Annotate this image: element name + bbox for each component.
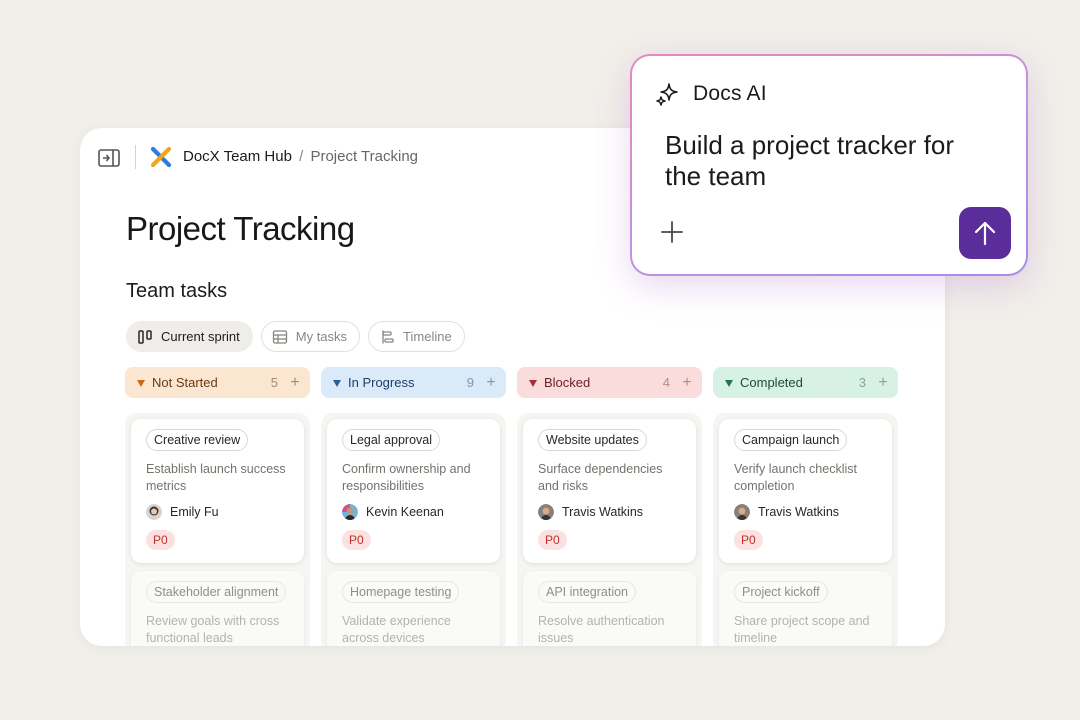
card-tag: Campaign launch [734, 429, 848, 451]
task-card[interactable]: Website updates Surface dependencies and… [523, 419, 696, 563]
column-blocked: Blocked 4 + Website updates Surface depe… [517, 367, 702, 646]
card-description: Review goals with cross functional leads [146, 614, 280, 645]
triangle-down-icon [725, 379, 733, 387]
arrow-up-icon [974, 221, 996, 246]
card-assignee: Kevin Keenan [342, 504, 487, 520]
tab-timeline[interactable]: Timeline [368, 321, 465, 352]
assignee-name: Travis Watkins [562, 505, 644, 519]
triangle-down-icon [529, 379, 537, 387]
docs-ai-panel: Docs AI Build a project tracker for the … [630, 54, 1028, 276]
board-icon [137, 329, 153, 345]
column-header[interactable]: Blocked 4 + [517, 367, 702, 398]
avatar [342, 504, 358, 520]
task-card[interactable]: API integration Resolve authentication i… [523, 571, 696, 646]
timeline-icon [379, 329, 395, 345]
priority-badge: P0 [734, 530, 763, 550]
column-count: 4 [662, 375, 670, 390]
card-description: Verify launch checklist completion [734, 462, 857, 493]
card-description: Confirm ownership and responsibilities [342, 462, 471, 493]
breadcrumb: DocX Team Hub / Project Tracking [183, 148, 418, 166]
column-header[interactable]: Not Started 5 + [125, 367, 310, 398]
priority-badge: P0 [538, 530, 567, 550]
view-tabs: Current sprint My tasks Timeline [126, 321, 465, 352]
assignee-name: Travis Watkins [758, 505, 840, 519]
column-label: Blocked [544, 375, 591, 390]
avatar [734, 504, 750, 520]
send-button[interactable] [959, 207, 1011, 259]
column-count: 9 [466, 375, 474, 390]
plus-icon[interactable] [660, 220, 684, 244]
topbar-divider [135, 145, 136, 169]
add-card-icon[interactable]: + [680, 374, 694, 391]
column-label: In Progress [348, 375, 415, 390]
docx-logo-icon [150, 146, 172, 168]
assignee-name: Kevin Keenan [366, 505, 444, 519]
task-card[interactable]: Campaign launch Verify launch checklist … [719, 419, 892, 563]
task-card[interactable]: Creative review Establish launch success… [131, 419, 304, 563]
tab-current-sprint[interactable]: Current sprint [126, 321, 253, 352]
task-card[interactable]: Legal approval Confirm ownership and res… [327, 419, 500, 563]
card-tag: Project kickoff [734, 581, 828, 603]
card-description: Share project scope and timeline [734, 614, 870, 645]
column-body: Creative review Establish launch success… [125, 413, 310, 646]
card-tag: API integration [538, 581, 636, 603]
breadcrumb-separator: / [299, 148, 304, 165]
task-card[interactable]: Stakeholder alignment Review goals with … [131, 571, 304, 646]
page-title: Project Tracking [126, 210, 355, 247]
column-completed: Completed 3 + Campaign launch Verify lau… [713, 367, 898, 646]
assignee-name: Emily Fu [170, 505, 219, 519]
ai-prompt-input[interactable]: Build a project tracker for the team [665, 130, 995, 192]
tab-label: Timeline [403, 329, 452, 344]
card-tag: Homepage testing [342, 581, 460, 603]
docs-ai-header: Docs AI [654, 80, 767, 108]
column-label: Completed [740, 375, 803, 390]
table-icon [272, 329, 288, 345]
column-not-started: Not Started 5 + Creative review Establis… [125, 367, 310, 646]
card-tag: Creative review [146, 429, 249, 451]
task-card[interactable]: Project kickoff Share project scope and … [719, 571, 892, 646]
column-header[interactable]: In Progress 9 + [321, 367, 506, 398]
column-label: Not Started [152, 375, 218, 390]
column-count: 3 [858, 375, 866, 390]
triangle-down-icon [137, 379, 145, 387]
sidebar-toggle-icon[interactable] [97, 148, 121, 168]
card-assignee: Emily Fu [146, 504, 291, 520]
docs-ai-title: Docs AI [693, 82, 767, 105]
triangle-down-icon [333, 379, 341, 387]
column-body: Legal approval Confirm ownership and res… [321, 413, 506, 646]
card-tag: Website updates [538, 429, 647, 451]
breadcrumb-workspace[interactable]: DocX Team Hub [183, 148, 292, 165]
tab-my-tasks[interactable]: My tasks [260, 321, 361, 352]
card-tag: Stakeholder alignment [146, 581, 287, 603]
breadcrumb-page[interactable]: Project Tracking [310, 148, 418, 165]
tab-label: Current sprint [161, 329, 240, 344]
task-card[interactable]: Homepage testing Validate experience acr… [327, 571, 500, 646]
priority-badge: P0 [146, 530, 175, 550]
column-in-progress: In Progress 9 + Legal approval Confirm o… [321, 367, 506, 646]
avatar [538, 504, 554, 520]
column-count: 5 [270, 375, 278, 390]
column-body: Website updates Surface dependencies and… [517, 413, 702, 646]
column-header[interactable]: Completed 3 + [713, 367, 898, 398]
card-description: Establish launch success metrics [146, 462, 286, 493]
avatar [146, 504, 162, 520]
card-assignee: Travis Watkins [538, 504, 683, 520]
docs-ai-panel-body: Docs AI Build a project tracker for the … [632, 56, 1026, 274]
add-card-icon[interactable]: + [876, 374, 890, 391]
sparkle-icon [654, 80, 682, 108]
card-description: Validate experience across devices [342, 614, 451, 645]
add-card-icon[interactable]: + [484, 374, 498, 391]
column-body: Campaign launch Verify launch checklist … [713, 413, 898, 646]
card-tag: Legal approval [342, 429, 441, 451]
tab-label: My tasks [295, 329, 348, 344]
add-card-icon[interactable]: + [288, 374, 302, 391]
card-assignee: Travis Watkins [734, 504, 879, 520]
section-title: Team tasks [126, 280, 228, 302]
kanban-board: Not Started 5 + Creative review Establis… [125, 367, 898, 646]
card-description: Surface dependencies and risks [538, 462, 663, 493]
card-description: Resolve authentication issues [538, 614, 665, 645]
priority-badge: P0 [342, 530, 371, 550]
